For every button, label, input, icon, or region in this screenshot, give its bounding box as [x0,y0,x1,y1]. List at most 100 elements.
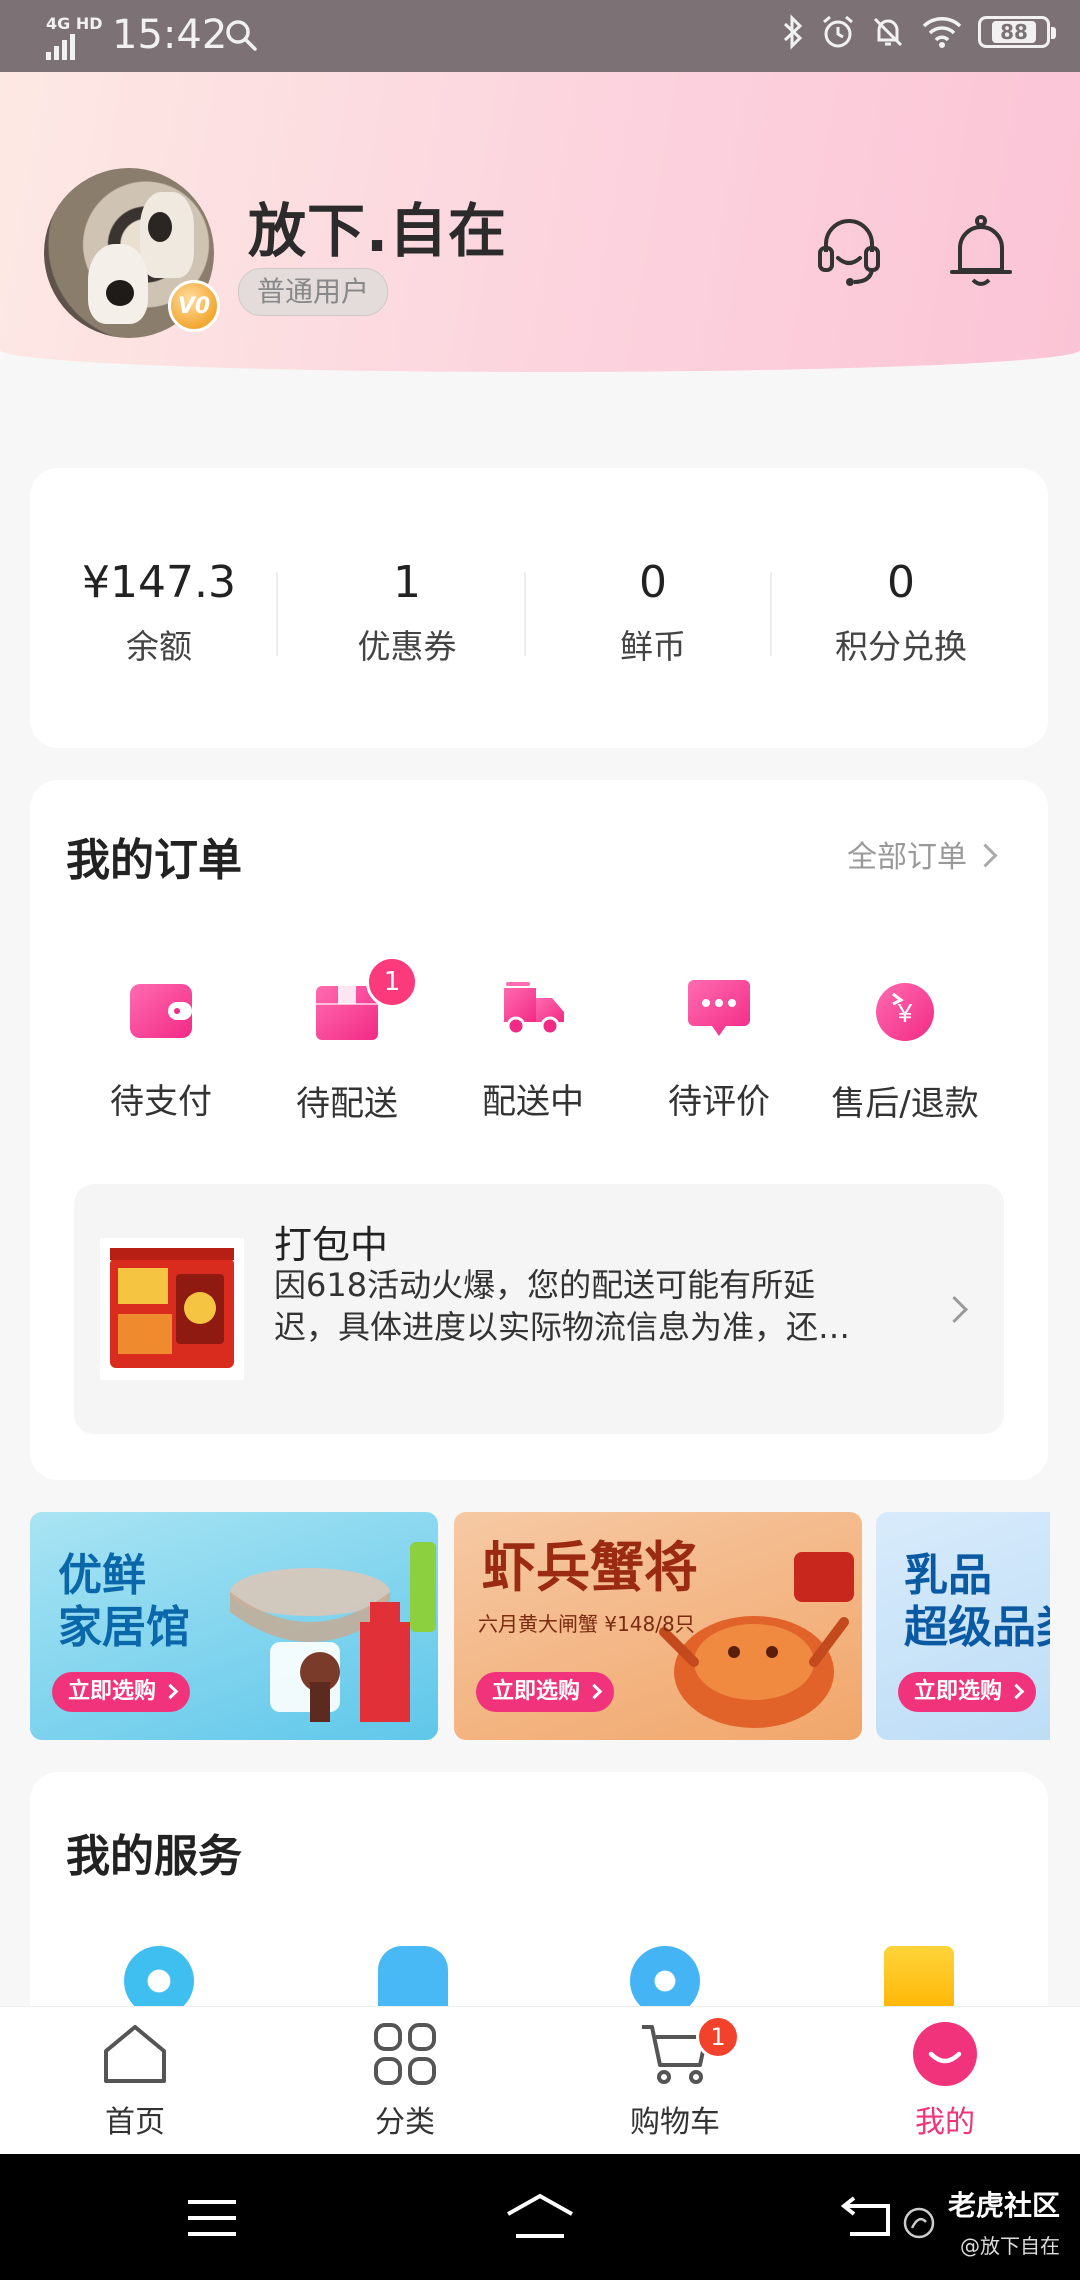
battery-level: 88 [992,21,1036,43]
mute-icon [873,17,903,47]
product-thumbnail [100,1238,244,1380]
shop-now-button[interactable]: 立即选购 [476,1672,615,1712]
order-status-label: 售后/退款 [831,1084,979,1124]
member-level-tag[interactable]: 普通用户 [238,268,389,316]
asset-value: 0 [639,557,667,608]
packing-status-notice[interactable]: 打包中 因618活动火爆，您的配送可能有所延 迟，具体进度以实际物流信息为准，还… [74,1184,1004,1434]
home-goods-illustration [230,1542,436,1722]
banner-title-line: 超级品类 [904,1602,1050,1653]
asset-fresh-coin[interactable]: 0 鲜币 [530,558,776,668]
order-status-label: 待评价 [668,1082,770,1122]
order-status-pending-payment[interactable]: 待支付 [68,980,254,1123]
order-status-after-sales[interactable]: ¥ 售后/退款 [812,980,998,1125]
comment-icon [688,980,750,1036]
back-icon[interactable] [840,2194,892,2238]
nav-label: 首页 [105,2105,165,2140]
order-status-label: 待支付 [110,1082,212,1122]
nav-profile[interactable]: 我的 [810,2021,1080,2141]
services-title: 我的服务 [66,1831,242,1882]
my-services-card: 我的服务 [30,1772,1048,2032]
promo-banner-home[interactable]: 优鲜 家居馆 立即选购 [30,1512,438,1740]
divider [276,572,278,656]
assets-card: ¥147.3 余额 1 优惠券 0 鲜币 0 积分兑换 [30,468,1048,748]
packing-desc-line: 迟，具体进度以实际物流信息为准，还… [274,1308,851,1346]
delivery-truck-icon [504,982,564,1036]
nav-label: 购物车 [630,2105,720,2140]
packing-description: 因618活动火爆，您的配送可能有所延 迟，具体进度以实际物流信息为准，还… [274,1264,914,1348]
banner-title: 优鲜 家居馆 [58,1550,190,1654]
banner-title: 虾兵蟹将 [482,1536,698,1599]
chevron-right-icon [941,1296,968,1323]
nav-home[interactable]: 首页 [0,2021,270,2141]
promo-banner-carousel[interactable]: 优鲜 家居馆 立即选购 虾兵蟹将 六月黄大闸蟹 ¥148/8只 立即选购 乳品 … [30,1512,1050,1740]
wallet-icon [130,984,192,1038]
alarm-icon [823,15,853,48]
pending-delivery-count-badge: 1 [366,956,418,1008]
my-orders-card: 我的订单 全部订单 待支付 待配送 1 配送中 待评价 ¥ 售后/退款 打包中 … [30,780,1048,1480]
orders-title: 我的订单 [66,835,242,886]
signal-icon [46,34,103,60]
asset-balance[interactable]: ¥147.3 余额 [36,558,282,668]
promo-banner-dairy[interactable]: 乳品 超级品类 立即选购 [876,1512,1050,1740]
nav-cart[interactable]: 购物车 [540,2021,810,2141]
order-status-in-delivery[interactable]: 配送中 [440,980,626,1123]
home-system-icon[interactable] [504,2192,576,2240]
menu-icon[interactable] [186,2198,238,2238]
customer-service-icon[interactable] [814,212,884,292]
asset-label: 积分兑换 [835,627,967,666]
order-status-pending-delivery[interactable]: 待配送 [254,980,440,1125]
nav-label: 分类 [375,2105,435,2140]
packing-title: 打包中 [274,1223,389,1267]
banner-title-line: 家居馆 [58,1602,190,1653]
asset-label: 余额 [126,627,192,666]
cart-count-badge: 1 [696,2015,740,2059]
search-icon [226,20,257,51]
all-orders-label: 全部订单 [847,840,967,875]
refund-icon: ¥ [876,983,934,1041]
watermark: 老虎社区 @放下自在 [948,2184,1060,2259]
watermark-author: @放下自在 [960,2234,1060,2258]
network-label: 4G HD [46,14,103,33]
home-icon [104,2025,166,2083]
wifi-icon [922,17,962,48]
profile-icon [913,2022,977,2086]
asset-label: 鲜币 [620,627,686,666]
bottom-navigation: 首页 分类 购物车 1 我的 [0,2006,1080,2155]
vip-level-badge: V0 [168,280,220,332]
category-icon [374,2023,436,2085]
order-status-label: 待配送 [296,1084,398,1124]
asset-value: 0 [887,557,915,608]
asset-points[interactable]: 0 积分兑换 [778,558,1024,668]
order-status-pending-review[interactable]: 待评价 [626,980,812,1123]
asset-coupon[interactable]: 1 优惠券 [284,558,530,668]
asset-label: 优惠券 [357,627,457,666]
asset-value: ¥147.3 [82,557,236,608]
battery-icon: 88 [978,16,1056,48]
nav-category[interactable]: 分类 [270,2021,540,2141]
asset-value: 1 [393,557,421,608]
packing-desc-line: 因618活动火爆，您的配送可能有所延 [274,1266,816,1304]
chevron-right-icon [973,843,998,868]
divider [770,572,772,656]
status-bar: 4G HD 15:42 88 [0,0,1080,72]
notification-bell-icon[interactable] [946,212,1016,292]
shop-now-button[interactable]: 立即选购 [52,1672,191,1712]
svg-text:¥: ¥ [897,998,913,1028]
watermark-site: 老虎社区 [947,2189,1060,2222]
banner-title-line: 优鲜 [58,1550,146,1601]
username[interactable]: 放下.自在 [248,184,507,268]
promo-banner-seafood[interactable]: 虾兵蟹将 六月黄大闸蟹 ¥148/8只 立即选购 [454,1512,862,1740]
nav-label: 我的 [915,2105,975,2140]
bluetooth-icon [783,14,803,50]
banner-title-line: 乳品 [904,1550,992,1601]
all-orders-link[interactable]: 全部订单 [847,832,998,876]
community-logo-icon [903,2207,935,2239]
divider [524,572,526,656]
shop-now-button[interactable]: 立即选购 [898,1672,1037,1712]
banner-title: 乳品 超级品类 [904,1550,1050,1654]
order-status-label: 配送中 [482,1082,584,1122]
network-indicator: 4G HD [46,14,103,60]
banner-subtitle: 六月黄大闸蟹 ¥148/8只 [478,1612,695,1636]
status-time: 15:42 [112,12,228,58]
system-navigation-bar: 老虎社区 @放下自在 [0,2154,1080,2280]
